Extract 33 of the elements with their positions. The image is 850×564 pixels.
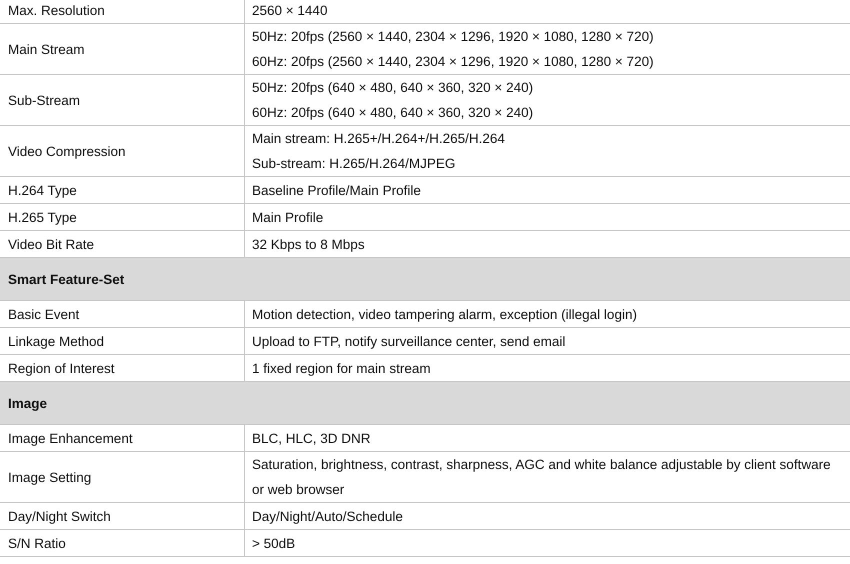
spec-label: Video Compression [8,144,126,158]
spec-value: Main stream: H.265+/H.264+/H.265/H.264 [252,130,506,148]
spec-label: Region of Interest [8,360,115,376]
spec-label: Main Stream [8,42,85,56]
section-title: Smart Feature-Set [8,272,124,286]
spec-value: 60Hz: 20fps (2560 × 1440, 2304 × 1296, 1920 × 1080, 1280 × 720) [252,53,655,71]
spec-value: 50Hz: 20fps (640 × 480, 640 × 360, 320 × 240) [252,79,534,97]
spec-label: S/N Ratio [8,536,66,550]
spec-label: Video Bit Rate [8,236,94,252]
spec-label: Image Enhancement [8,430,133,446]
spec-label: Sub-Stream [8,92,80,108]
spec-value: 50Hz: 20fps (2560 × 1440, 2304 × 1296, 1920 × 1080, 1280 × 720) [252,28,655,46]
spec-value: Saturation, brightness, contrast, sharpness, AGC and white balance adjustable by client software or web browser [252,456,832,499]
spec-label: H.264 Type [8,182,77,198]
spec-value: 60Hz: 20fps (640 × 480, 640 × 360, 320 × 240) [252,104,534,122]
spec-value: Upload to FTP, notify surveillance center, send email [252,332,566,351]
spec-label: Day/Night Switch [8,508,111,524]
spec-value: 32 Kbps to 8 Mbps [252,236,366,254]
spec-value: Day/Night/Auto/Schedule [252,508,404,526]
spec-value: Main Profile [252,208,324,226]
spec-value: Sub-stream: H.265/H.264/MJPEG [252,155,456,173]
spec-label: H.265 Type [8,210,77,224]
spec-label: Basic Event [8,306,80,322]
spec-value: Motion detection, video tampering alarm, exception (illegal login) [252,306,638,324]
spec-label: Max. Resolution [8,2,105,18]
spec-label: Image Setting [8,470,92,484]
spec-value: 1 fixed region for main stream [252,360,432,378]
spec-label: Linkage Method [8,334,104,348]
section-title: Image [8,396,48,410]
spec-value: BLC, HLC, 3D DNR [252,430,372,448]
spec-value: 2560 × 1440 [252,2,328,20]
spec-value: > 50dB [252,534,296,552]
spec-value: Baseline Profile/Main Profile [252,182,422,200]
